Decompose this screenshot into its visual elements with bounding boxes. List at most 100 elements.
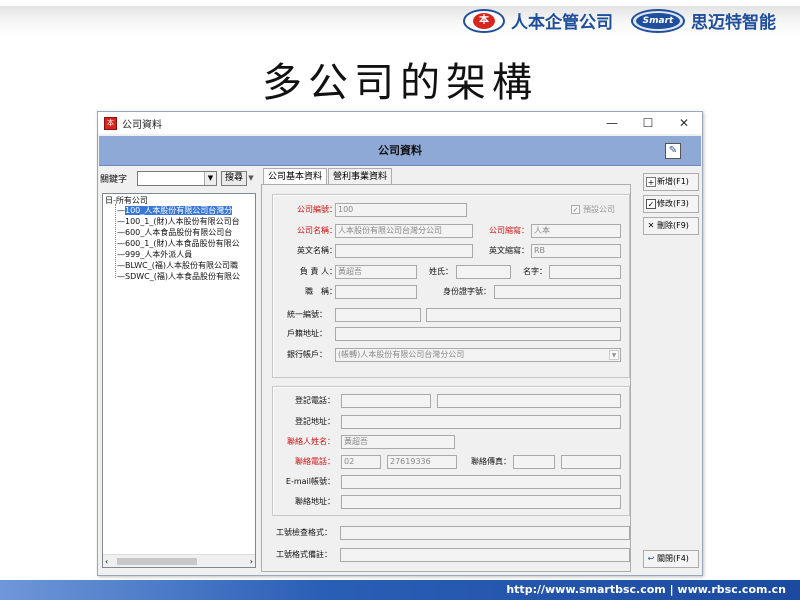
tree-item[interactable]: —999_人本外派人員	[117, 249, 192, 260]
en-name-label: 英文名稱：	[297, 246, 337, 255]
brand-smart: Smart 思迈特智能	[631, 8, 776, 33]
close-form-button[interactable]: ↩ 關閉(F4)	[643, 550, 699, 568]
tree-item[interactable]: —BLWC_(福)人本股份有限公司職	[117, 260, 238, 271]
chevron-down-icon[interactable]: ▼	[247, 171, 255, 186]
edit-image-icon[interactable]: ✎	[665, 143, 681, 159]
surname-field[interactable]	[456, 265, 511, 279]
keyword-label: 關鍵字	[100, 175, 128, 185]
given-name-label: 名字：	[523, 267, 547, 276]
given-name-field[interactable]	[549, 265, 621, 279]
contact-address-field[interactable]	[341, 495, 621, 509]
contact-phone-label: 聯絡電話：	[295, 457, 335, 466]
footer-band: http://www.smartbsc.com | www.rbsc.com.c…	[0, 580, 800, 600]
tree-item[interactable]: —600_1_(財)人本食品股份有限公	[117, 238, 240, 249]
company-code-field[interactable]: 100	[335, 203, 467, 217]
reg-address-label: 登記地址：	[295, 417, 335, 426]
tree-item[interactable]: —SDWC_(福)人本食品股份有限公	[117, 271, 240, 282]
household-address-label: 戶籍地址：	[287, 329, 327, 338]
default-company-checkbox[interactable]: ✓ 預設公司	[571, 204, 615, 216]
tax-id-label: 統一編號：	[287, 310, 327, 319]
contact-fax-number-field[interactable]	[561, 455, 621, 469]
left-pane: 關鍵字 ▼ 搜尋 ▼ 日-所有公司 —100_人本股份有限公司台灣分 —100_…	[99, 168, 256, 573]
contact-name-field[interactable]: 黃超吾	[341, 435, 455, 449]
brand-name: 人本企管公司	[511, 13, 613, 33]
reg-phone-extra-field[interactable]	[437, 394, 621, 408]
tree-item[interactable]: —100_人本股份有限公司台灣分	[117, 205, 233, 216]
contact-phone-number-field[interactable]: 27619336	[387, 455, 457, 469]
en-abbr-label: 英文縮寫：	[489, 246, 529, 255]
reg-phone-label: 登記電話：	[295, 396, 335, 405]
slide: 本 人本企管公司 Smart 思迈特智能 多公司的架構 本 公司資料 — ☐ ✕…	[0, 0, 800, 600]
brand-renben: 本 人本企管公司	[463, 8, 613, 33]
emp-no-format-label: 工號檢查格式：	[276, 528, 332, 537]
company-tree[interactable]: 日-所有公司 —100_人本股份有限公司台灣分 —100_1_(財)人本股份有限…	[102, 193, 256, 568]
horizontal-scrollbar[interactable]: ‹ ›	[103, 554, 255, 567]
title-field[interactable]	[335, 285, 417, 299]
chevron-right-icon[interactable]: ›	[250, 555, 253, 567]
emp-no-note-label: 工號格式備註：	[276, 550, 332, 559]
company-window: 本 公司資料 — ☐ ✕ 公司資料 ✎ 關鍵字 ▼ 搜尋 ▼ 日-所有公司 —1…	[97, 111, 703, 576]
scrollbar-thumb[interactable]	[117, 558, 197, 565]
surname-label: 姓氏：	[429, 267, 453, 276]
en-abbr-field[interactable]: RB	[531, 244, 621, 258]
tax-id-extra-field[interactable]	[426, 308, 621, 322]
owner-field[interactable]: 黃超吾	[335, 265, 417, 279]
title-label: 職 稱：	[305, 287, 337, 296]
tab-company-basic[interactable]: 公司基本資料	[263, 168, 328, 185]
renben-logo-icon: 本	[463, 8, 505, 33]
company-name-field[interactable]: 人本股份有限公司台灣分公司	[335, 224, 473, 238]
tab-content: 公司編號： 100 ✓ 預設公司 公司名稱： 人本股份有限公司台灣分公司 公司縮寫…	[261, 184, 631, 572]
company-abbr-field[interactable]: 人本	[531, 224, 621, 238]
contact-fax-label: 聯絡傳真：	[471, 457, 511, 466]
contact-fax-area-field[interactable]	[513, 455, 555, 469]
search-button[interactable]: 搜尋	[220, 171, 247, 186]
new-document-icon: +	[646, 176, 656, 187]
minimize-button[interactable]: —	[595, 112, 629, 134]
id-number-label: 身份證字號：	[443, 287, 491, 296]
keyword-combo[interactable]: ▼	[137, 171, 217, 186]
reg-phone-field[interactable]	[341, 394, 431, 408]
close-window-button[interactable]: ✕	[667, 112, 701, 134]
contact-info-group: 登記電話： 登記地址： 聯絡人姓名： 黃超吾 聯絡電話： 02 27619336…	[272, 386, 630, 516]
window-titlebar[interactable]: 本 公司資料 — ☐ ✕	[98, 112, 702, 134]
maximize-button[interactable]: ☐	[631, 112, 665, 134]
add-button[interactable]: + 新增(F1)	[643, 173, 699, 191]
chevron-down-icon[interactable]: ▼	[203, 172, 216, 185]
emp-no-note-field[interactable]	[340, 548, 630, 562]
owner-label: 負 責 人：	[299, 267, 337, 276]
return-arrow-icon: ↩	[647, 553, 655, 563]
keyword-row: 關鍵字 ▼ 搜尋 ▼	[100, 171, 255, 186]
tree-item[interactable]: —600_人本食品股份有限公司台	[117, 227, 232, 238]
tab-business-info[interactable]: 營利事業資料	[328, 168, 393, 184]
smart-logo-icon: Smart	[631, 8, 685, 33]
checkbox-edit-icon: ✓	[646, 198, 656, 209]
app-icon: 本	[104, 116, 117, 130]
chevron-left-icon[interactable]: ‹	[105, 555, 108, 567]
contact-phone-area-field[interactable]: 02	[341, 455, 381, 469]
tree-connector	[115, 204, 116, 278]
bank-account-select[interactable]: (帳轉)人本股份有限公司台灣分公司 ▼	[335, 348, 621, 362]
header-band: 公司資料 ✎	[99, 136, 701, 166]
footer-links[interactable]: http://www.smartbsc.com | www.rbsc.com.c…	[506, 580, 786, 600]
edit-button[interactable]: ✓ 修改(F3)	[643, 195, 699, 213]
email-field[interactable]	[341, 475, 621, 489]
contact-name-label: 聯絡人姓名：	[287, 437, 335, 446]
en-name-field[interactable]	[335, 244, 473, 258]
bank-account-label: 銀行帳戶：	[287, 350, 327, 359]
close-x-icon: ✕	[647, 220, 655, 230]
contact-address-label: 聯絡地址：	[295, 497, 335, 506]
reg-address-field[interactable]	[341, 415, 621, 429]
household-address-field[interactable]	[335, 327, 621, 341]
tax-id-field[interactable]	[335, 308, 421, 322]
emp-no-format-field[interactable]	[340, 526, 630, 540]
brand-name: 思迈特智能	[691, 13, 776, 33]
chevron-down-icon[interactable]: ▼	[609, 350, 619, 360]
delete-button[interactable]: ✕ 刪除(F9)	[643, 217, 699, 235]
tree-item[interactable]: —100_1_(財)人本股份有限公司台	[117, 216, 240, 227]
id-number-field[interactable]	[494, 285, 621, 299]
header-title: 公司資料	[378, 144, 422, 157]
window-title: 公司資料	[122, 119, 162, 131]
check-icon: ✓	[571, 205, 580, 214]
company-name-label: 公司名稱：	[297, 226, 337, 235]
tab-strip: 公司基本資料 營利事業資料	[263, 168, 393, 185]
